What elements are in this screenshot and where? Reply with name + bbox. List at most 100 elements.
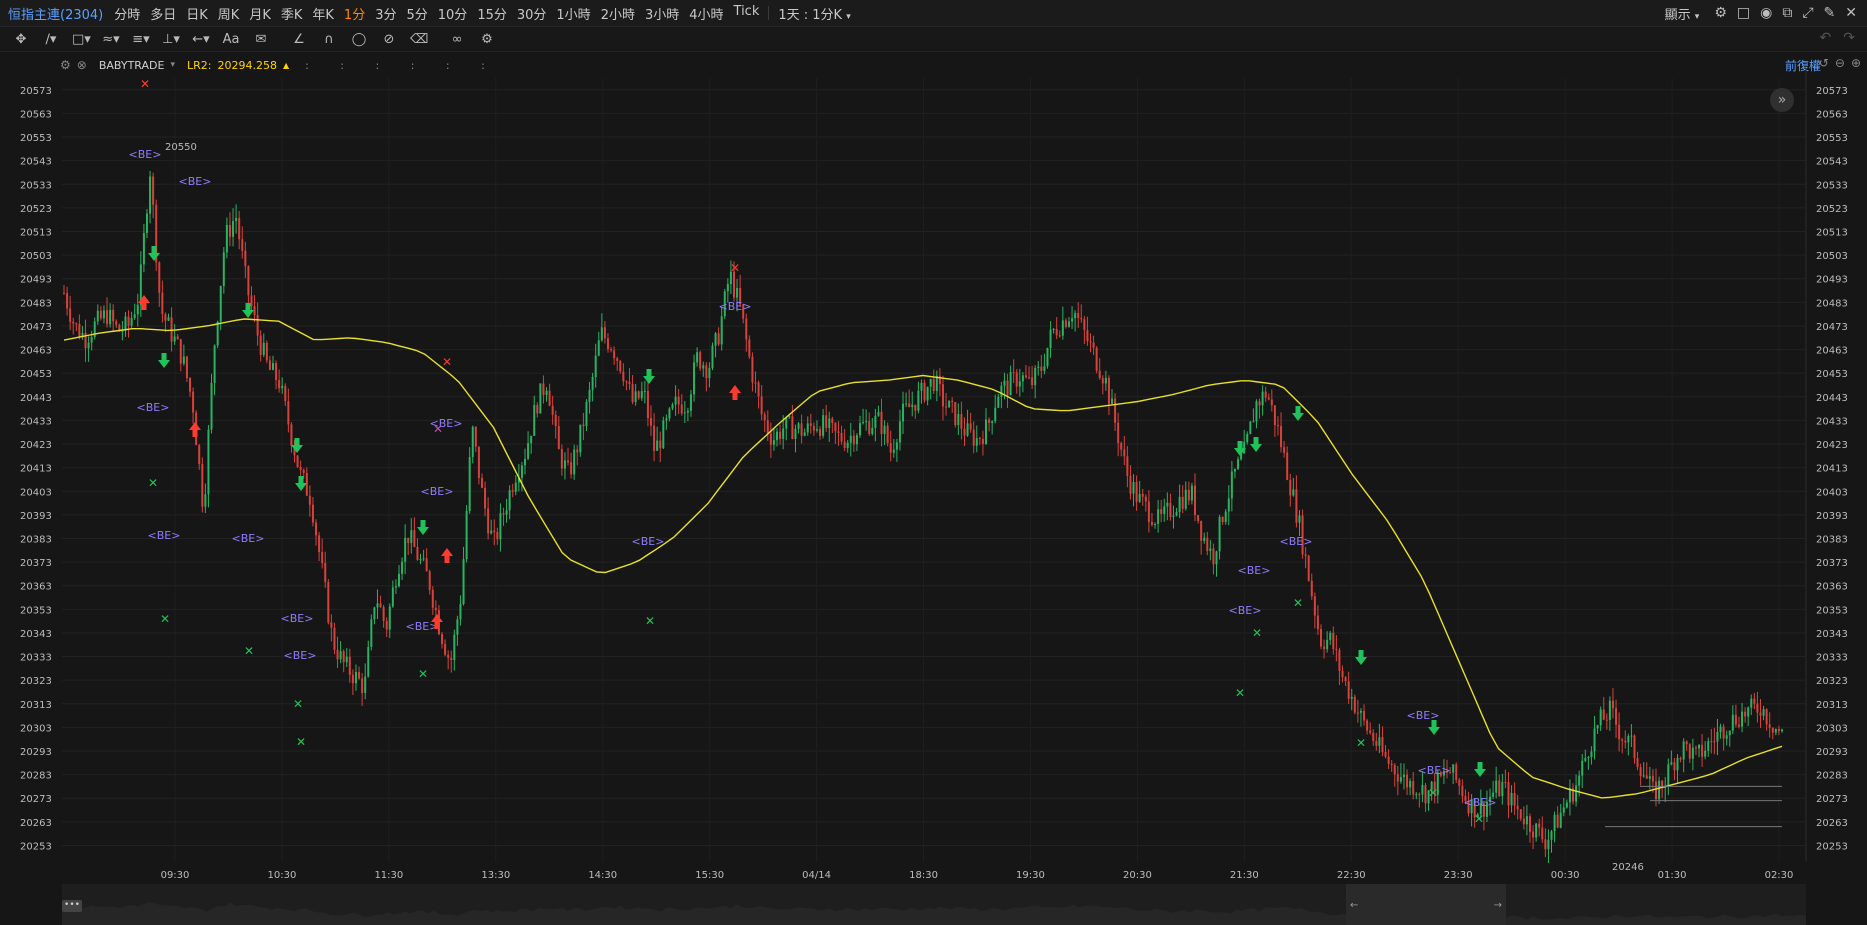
- navigator-left-handle[interactable]: ←: [1350, 900, 1358, 911]
- symbol-selector[interactable]: 恒指主連(2304): [0, 4, 109, 23]
- candle-body: [1510, 793, 1513, 806]
- arrow-shape: [1428, 720, 1440, 735]
- camera-icon[interactable]: ◉: [1760, 5, 1772, 21]
- timeframe-14[interactable]: 2小時: [596, 4, 640, 23]
- y-tick-label: 20473: [1816, 322, 1848, 333]
- timeframe-15[interactable]: 3小時: [640, 4, 684, 23]
- exit-x-icon: ✕: [1235, 686, 1245, 700]
- layout-icon[interactable]: □: [1737, 5, 1750, 21]
- minus-icon[interactable]: ⊖: [1835, 56, 1845, 70]
- more-button[interactable]: •••: [62, 900, 82, 912]
- candle-body: [1553, 814, 1556, 832]
- timeframe-9[interactable]: 5分: [401, 4, 432, 23]
- delete-icon[interactable]: ⌫: [410, 32, 428, 47]
- candle-body: [290, 424, 293, 446]
- display-menu[interactable]: 顯示 ▾: [1660, 4, 1705, 23]
- timeframe-16[interactable]: 4小時: [684, 4, 728, 23]
- candle-body: [63, 292, 65, 294]
- timeframe-13[interactable]: 1小時: [551, 4, 595, 23]
- magnet-icon[interactable]: ∩: [320, 32, 338, 47]
- trendline-icon[interactable]: ∕▾: [42, 32, 60, 47]
- link-icon[interactable]: ∞: [448, 32, 466, 47]
- settings-icon[interactable]: ⚙: [478, 32, 496, 47]
- candle-body: [945, 406, 948, 408]
- fibonacci-icon[interactable]: ≡▾: [132, 32, 150, 47]
- y-tick-label: 20253: [1816, 841, 1848, 852]
- candle-body: [1550, 831, 1553, 840]
- candle-body: [1080, 318, 1083, 320]
- hide-icon[interactable]: ⊘: [380, 32, 398, 47]
- candle-body: [1255, 401, 1258, 422]
- share-icon[interactable]: ⧉: [1782, 5, 1792, 21]
- close-icon[interactable]: ⊗: [77, 58, 87, 72]
- candle-body: [315, 522, 318, 536]
- arrow-icon[interactable]: ←▾: [192, 32, 210, 47]
- candle-body: [173, 336, 176, 342]
- candle-body: [711, 345, 714, 369]
- candle-body: [1329, 632, 1332, 640]
- timeframe-17[interactable]: Tick: [729, 4, 765, 23]
- measure-icon[interactable]: ⊥▾: [162, 32, 180, 47]
- candle-body: [428, 571, 431, 590]
- timeframe-2[interactable]: 日K: [181, 4, 213, 23]
- navigator-window[interactable]: ← →: [1346, 884, 1506, 925]
- timeframe-4[interactable]: 月K: [244, 4, 276, 23]
- candle-body: [819, 429, 822, 436]
- price-adjust-toggle[interactable]: 前復權: [1785, 57, 1821, 74]
- candle-body: [723, 291, 726, 317]
- comment-icon[interactable]: ✉: [252, 32, 270, 47]
- be-signal-label: <BE>: [1464, 796, 1497, 809]
- candle-body: [1046, 347, 1049, 367]
- rectangle-icon[interactable]: □▾: [72, 32, 91, 47]
- candle-body: [1366, 720, 1369, 731]
- settings-icon[interactable]: ⚙: [60, 58, 71, 72]
- reset-icon[interactable]: ↺: [1819, 56, 1829, 70]
- sell-arrow-icon: [295, 476, 307, 491]
- timeframe-3[interactable]: 周K: [213, 4, 245, 23]
- text-icon[interactable]: Aa: [222, 32, 240, 47]
- candle-body: [204, 494, 207, 507]
- timeframe-0[interactable]: 分時: [109, 4, 145, 23]
- candle-body: [1369, 730, 1372, 733]
- candle-body: [1449, 772, 1452, 774]
- timeframe-7[interactable]: 1分: [339, 4, 370, 23]
- range-selector[interactable]: 1天 : 1分K ▾: [773, 4, 855, 23]
- fullscreen-icon[interactable]: ⤢: [1802, 5, 1813, 21]
- indicator-name[interactable]: BABYTRADE: [99, 59, 165, 72]
- navigator-right-handle[interactable]: →: [1494, 900, 1502, 911]
- arrow-shape: [417, 520, 429, 535]
- candle-body: [812, 425, 815, 431]
- timeframe-12[interactable]: 30分: [512, 4, 552, 23]
- settings-icon[interactable]: ⚙: [1714, 5, 1727, 21]
- plus-icon[interactable]: ⊕: [1851, 56, 1861, 70]
- edit-icon[interactable]: ✎: [1824, 5, 1836, 21]
- ruler-icon[interactable]: ∠: [290, 32, 308, 47]
- candle-body: [253, 306, 256, 316]
- close-icon[interactable]: ✕: [1845, 5, 1857, 21]
- candle-body: [1430, 781, 1433, 791]
- candle-body: [99, 310, 102, 319]
- timeframe-8[interactable]: 3分: [370, 4, 401, 23]
- timeframe-1[interactable]: 多日: [145, 4, 181, 23]
- sell-arrow-icon: [643, 369, 655, 384]
- timeframe-10[interactable]: 10分: [433, 4, 473, 23]
- lock-icon[interactable]: ◯: [350, 32, 368, 47]
- candle-body: [1270, 399, 1273, 406]
- timeframe-11[interactable]: 15分: [472, 4, 512, 23]
- pattern-icon[interactable]: ≈▾: [102, 32, 120, 47]
- timeframe-5[interactable]: 季K: [276, 4, 308, 23]
- crosshair-icon[interactable]: ✥: [12, 32, 30, 47]
- candle-body: [1455, 764, 1458, 780]
- candle-body: [422, 558, 425, 560]
- price-chart[interactable]: 20573 20563 20553 20543 20533 20523 20513 20503…: [0, 0, 1867, 925]
- topbar-right-tools: 顯示 ▾ ⚙ □ ◉ ⧉ ⤢ ✎ ✕: [1660, 0, 1857, 26]
- candle-body: [1221, 516, 1224, 522]
- scroll-to-latest-button[interactable]: »: [1770, 88, 1794, 112]
- chevron-down-icon[interactable]: ▾: [170, 60, 175, 70]
- time-navigator[interactable]: ••• ← →: [62, 884, 1806, 925]
- candle-body: [1461, 785, 1464, 797]
- undo-icon[interactable]: ↶: [1820, 30, 1832, 46]
- redo-icon[interactable]: ↷: [1843, 30, 1855, 46]
- candle-body: [1651, 776, 1654, 782]
- timeframe-6[interactable]: 年K: [307, 4, 339, 23]
